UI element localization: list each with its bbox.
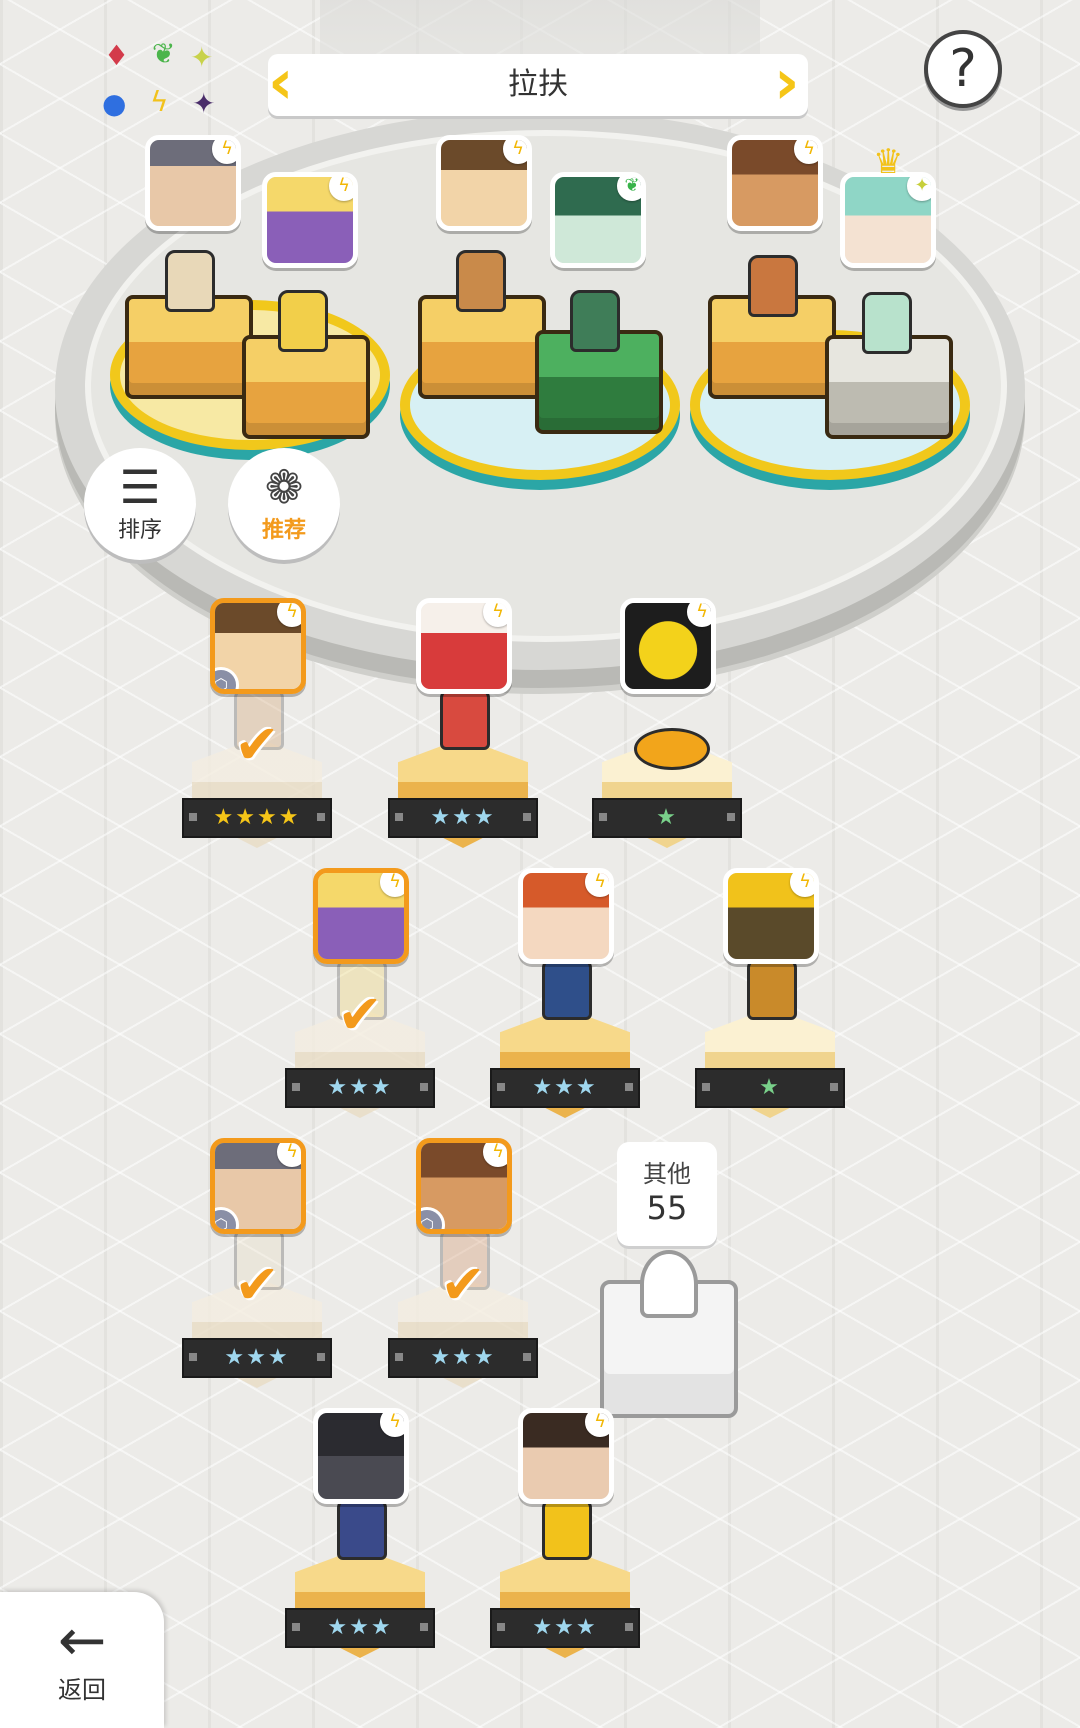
star-rating: ★★★ xyxy=(285,1068,435,1108)
back-label: 返回 xyxy=(58,1676,106,1704)
roster-card-dark-hair-girl[interactable]: ϟ ★★★ xyxy=(490,1408,640,1658)
hero-sprite xyxy=(542,1498,592,1560)
sort-button[interactable]: ☰ 排序 xyxy=(84,448,196,560)
light-element-icon: ✦ xyxy=(190,41,214,74)
sprite-glasses-girl[interactable] xyxy=(748,255,798,317)
others-count: 55 xyxy=(646,1189,688,1227)
hero-portrait: ϟ xyxy=(518,1408,614,1504)
hero-portrait: ϟ xyxy=(313,868,409,964)
hero-sprite xyxy=(634,728,710,770)
roster-card-elder-sage[interactable]: ϟ ⬡ ✔ ★★★ xyxy=(182,1138,332,1388)
thunder-element-icon: ϟ xyxy=(277,1143,301,1167)
star-rating: ★★★ xyxy=(182,1338,332,1378)
roster-card-red-oni[interactable]: ϟ ★★★ xyxy=(388,598,538,848)
team-portrait-elder-sage[interactable]: ϟ xyxy=(145,135,241,231)
thunder-element-icon: ϟ xyxy=(503,140,527,164)
hero-sprite xyxy=(542,958,592,1020)
thunder-element-icon: ϟ xyxy=(329,177,353,201)
roster-card-red-hair-girl[interactable]: ϟ ★★★ xyxy=(490,868,640,1118)
hero-portrait: ϟ ⬡ xyxy=(416,1138,512,1234)
team-portrait-green-hair-lady[interactable]: ❦ xyxy=(550,172,646,268)
hero-portrait: ϟ xyxy=(313,1408,409,1504)
team-portrait-captain-mustache[interactable]: ϟ xyxy=(436,135,532,231)
page-title: 拉扶 xyxy=(268,54,808,116)
wind-element-icon: ❦ xyxy=(617,177,641,201)
thunder-element-icon: ϟ xyxy=(380,873,404,897)
roster-card-panther[interactable]: ϟ ★★★ xyxy=(285,1408,435,1658)
leader-crown-icon: ♛ xyxy=(873,142,904,182)
sprite-captain-mustache[interactable] xyxy=(456,250,506,312)
back-button[interactable]: ← 返回 xyxy=(0,1592,164,1728)
hero-portrait: ϟ xyxy=(723,868,819,964)
team-portrait-glasses-girl[interactable]: ϟ xyxy=(727,135,823,231)
light-element-icon: ✦ xyxy=(907,177,931,201)
selected-check-icon: ✔ xyxy=(337,983,383,1046)
element-wheel[interactable]: ♦ ❦ ✦ ● ϟ ✦ xyxy=(100,40,230,130)
others-count-bubble[interactable]: 其他 55 xyxy=(617,1142,717,1246)
sprite-blonde-girl[interactable] xyxy=(278,290,328,352)
thunder-element-icon: ϟ xyxy=(585,873,609,897)
thunder-element-icon: ϟ xyxy=(380,1413,404,1437)
sprite-mint-hair-lady[interactable] xyxy=(862,292,912,354)
thunder-element-icon: ϟ xyxy=(687,603,711,627)
thunder-element-icon: ϟ xyxy=(483,603,507,627)
team-portrait-mint-hair-lady[interactable]: ✦ xyxy=(840,172,936,268)
roster-card-blonde-girl[interactable]: ϟ ✔ ★★★ xyxy=(285,868,435,1118)
others-placeholder-icon xyxy=(640,1250,698,1318)
hero-portrait: ϟ xyxy=(416,598,512,694)
thunder-element-icon: ϟ xyxy=(794,140,818,164)
star-rating: ★★★ xyxy=(490,1068,640,1108)
sort-label: 排序 xyxy=(117,518,162,543)
sprite-green-hair-lady[interactable] xyxy=(570,290,620,352)
star-rating: ★★★ xyxy=(388,1338,538,1378)
hero-sprite xyxy=(337,1498,387,1560)
recommend-button[interactable]: ❁ 推荐 xyxy=(228,448,340,560)
thunder-element-icon: ϟ xyxy=(212,140,236,164)
water-element-icon: ● xyxy=(102,87,127,120)
thunder-element-icon: ϟ xyxy=(150,85,169,118)
roster-card-yellow-bird[interactable]: ϟ ★ xyxy=(592,598,742,848)
dark-element-icon: ✦ xyxy=(192,87,216,120)
roster-card-glasses-girl[interactable]: ϟ ⬡ ✔ ★★★ xyxy=(388,1138,538,1388)
chevron-right-icon[interactable]: › xyxy=(774,51,810,116)
hero-sprite xyxy=(747,958,797,1020)
help-button[interactable]: ? xyxy=(924,30,1002,108)
team-portrait-blonde-girl[interactable]: ϟ xyxy=(262,172,358,268)
star-rating: ★★★ xyxy=(490,1608,640,1648)
star-rating: ★★★ xyxy=(285,1608,435,1648)
roster-card-lion[interactable]: ϟ ★ xyxy=(695,868,845,1118)
fire-element-icon: ♦ xyxy=(104,39,130,72)
hero-portrait: ϟ xyxy=(518,868,614,964)
sprite-elder-sage[interactable] xyxy=(165,250,215,312)
others-label: 其他 xyxy=(643,1160,691,1188)
hero-portrait: ϟ ⬡ xyxy=(210,598,306,694)
recommend-label: 推荐 xyxy=(261,518,306,543)
thunder-element-icon: ϟ xyxy=(585,1413,609,1437)
hero-portrait: ϟ xyxy=(620,598,716,694)
arrow-left-icon: ← xyxy=(57,1606,107,1674)
roster-card-captain-mustache[interactable]: ϟ ⬡ ✔ ★★★★ xyxy=(182,598,332,848)
thunder-element-icon: ϟ xyxy=(790,873,814,897)
thunder-element-icon: ϟ xyxy=(483,1143,507,1167)
hero-portrait: ϟ ⬡ xyxy=(210,1138,306,1234)
recommend-group-icon: ❁ xyxy=(264,460,304,514)
wind-element-icon: ❦ xyxy=(152,37,176,70)
sort-icon: ☰ xyxy=(119,460,161,514)
star-rating: ★★★★ xyxy=(182,798,332,838)
hero-sprite xyxy=(440,688,490,750)
selected-check-icon: ✔ xyxy=(440,1253,486,1316)
selected-check-icon: ✔ xyxy=(234,713,280,776)
star-rating: ★ xyxy=(592,798,742,838)
chevron-left-icon[interactable]: ‹ xyxy=(268,51,304,116)
selected-check-icon: ✔ xyxy=(234,1253,280,1316)
star-rating: ★★★ xyxy=(388,798,538,838)
thunder-element-icon: ϟ xyxy=(277,603,301,627)
star-rating: ★ xyxy=(695,1068,845,1108)
